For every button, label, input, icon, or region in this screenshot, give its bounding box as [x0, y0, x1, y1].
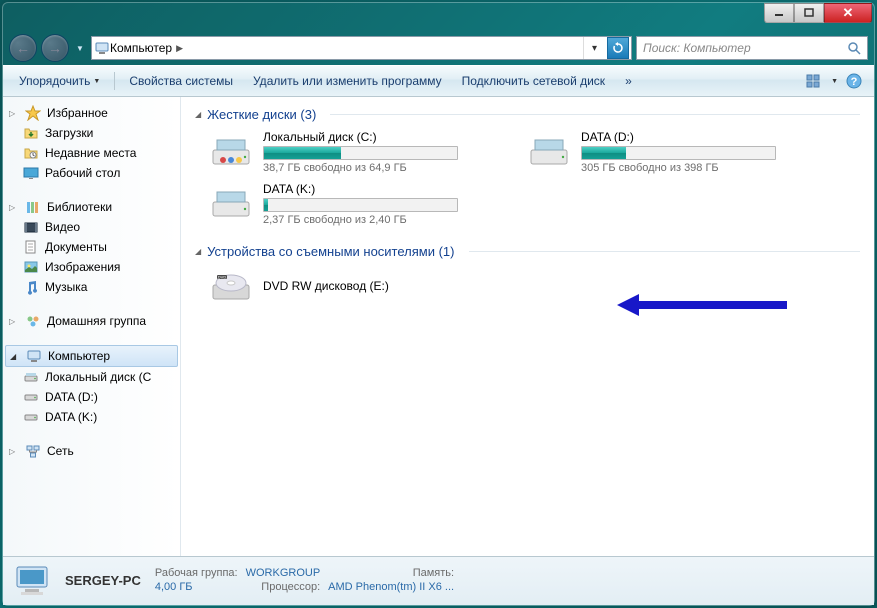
uninstall-button[interactable]: Удалить или изменить программу	[245, 70, 450, 92]
sidebar-item-documents[interactable]: Документы	[3, 237, 180, 257]
sidebar-item-music[interactable]: Музыка	[3, 277, 180, 297]
chevron-right-icon[interactable]: ▶	[172, 43, 187, 54]
homegroup-icon	[25, 313, 41, 329]
sidebar-item-pictures[interactable]: Изображения	[3, 257, 180, 277]
libraries-icon	[25, 199, 41, 215]
sidebar-item-desktop[interactable]: Рабочий стол	[3, 163, 180, 183]
computer-icon	[26, 348, 42, 364]
nav-forward-button[interactable]: →	[41, 34, 69, 62]
nav-bar: ← → ▼ Компьютер ▶ ▾ Поиск: Компьютер	[3, 31, 874, 65]
drive-icon	[23, 409, 39, 425]
usage-bar	[263, 198, 458, 212]
collapse-icon: ▷	[9, 109, 19, 118]
star-icon	[25, 105, 41, 121]
title-bar: ✕	[3, 3, 874, 31]
svg-text:DVD: DVD	[218, 275, 227, 280]
details-pane: SERGEY-PC Рабочая группа: WORKGROUP Памя…	[3, 557, 874, 605]
documents-icon	[23, 239, 39, 255]
collapse-icon: ▷	[9, 317, 19, 326]
hdd-icon	[527, 132, 571, 172]
nav-history-dropdown[interactable]: ▼	[73, 34, 87, 62]
maximize-button[interactable]	[794, 3, 824, 23]
help-button[interactable]: ?	[842, 69, 866, 93]
system-properties-button[interactable]: Свойства системы	[121, 70, 241, 92]
search-placeholder: Поиск: Компьютер	[643, 41, 751, 55]
computer-large-icon	[13, 561, 55, 601]
collapse-icon: ◢	[195, 247, 201, 256]
nav-back-button[interactable]: ←	[9, 34, 37, 62]
expand-icon: ◢	[10, 352, 20, 361]
drive-tile-dvd[interactable]: DVD DVD RW дисковод (E:)	[209, 267, 509, 307]
sidebar-item-recent[interactable]: Недавние места	[3, 143, 180, 163]
content-pane: ◢ Жесткие диски (3) Локальный диск (C:) …	[181, 97, 874, 556]
drive-icon	[23, 389, 39, 405]
music-icon	[23, 279, 39, 295]
sidebar-item-downloads[interactable]: Загрузки	[3, 123, 180, 143]
view-options-button[interactable]	[803, 69, 827, 93]
drive-tile-k[interactable]: DATA (K:) 2,37 ГБ свободно из 2,40 ГБ	[209, 182, 509, 226]
address-bar[interactable]: Компьютер ▶ ▾	[91, 36, 632, 60]
sidebar-libraries[interactable]: ▷ Библиотеки	[3, 197, 180, 217]
sidebar-item-drive-c[interactable]: Локальный диск (C	[3, 367, 180, 387]
navigation-pane: ▷ Избранное Загрузки Недавние места Рабо…	[3, 97, 181, 556]
collapse-icon: ▷	[9, 447, 19, 456]
desktop-icon	[23, 165, 39, 181]
dvd-icon: DVD	[209, 267, 253, 307]
sidebar-item-drive-d[interactable]: DATA (D:)	[3, 387, 180, 407]
computer-icon	[94, 40, 110, 56]
network-icon	[25, 443, 41, 459]
pictures-icon	[23, 259, 39, 275]
refresh-button[interactable]	[607, 37, 629, 59]
section-removable[interactable]: ◢ Устройства со съемными носителями (1)	[195, 244, 860, 259]
status-pc-name: SERGEY-PC	[65, 573, 141, 588]
command-bar: Упорядочить ▼ Свойства системы Удалить и…	[3, 65, 874, 97]
video-icon	[23, 219, 39, 235]
breadcrumb-root[interactable]: Компьютер	[110, 41, 172, 55]
map-drive-button[interactable]: Подключить сетевой диск	[454, 70, 613, 92]
toolbar-overflow[interactable]: »	[617, 70, 641, 92]
minimize-button[interactable]	[764, 3, 794, 23]
search-input[interactable]: Поиск: Компьютер	[636, 36, 868, 60]
collapse-icon: ◢	[195, 110, 201, 119]
view-dropdown[interactable]: ▼	[831, 78, 838, 85]
hdd-icon	[209, 132, 253, 172]
sidebar-item-videos[interactable]: Видео	[3, 217, 180, 237]
drive-icon	[23, 369, 39, 385]
search-icon	[847, 41, 861, 55]
usage-bar	[263, 146, 458, 160]
section-drives[interactable]: ◢ Жесткие диски (3)	[195, 107, 860, 122]
separator	[114, 72, 115, 90]
downloads-icon	[23, 125, 39, 141]
sidebar-computer[interactable]: ◢ Компьютер	[5, 345, 178, 367]
organize-menu[interactable]: Упорядочить ▼	[11, 70, 108, 92]
sidebar-favorites[interactable]: ▷ Избранное	[3, 103, 180, 123]
sidebar-network[interactable]: ▷ Сеть	[3, 441, 180, 461]
address-dropdown-button[interactable]: ▾	[583, 37, 605, 59]
sidebar-item-drive-k[interactable]: DATA (K:)	[3, 407, 180, 427]
recent-icon	[23, 145, 39, 161]
sidebar-homegroup[interactable]: ▷ Домашняя группа	[3, 311, 180, 331]
usage-bar	[581, 146, 776, 160]
hdd-icon	[209, 184, 253, 224]
collapse-icon: ▷	[9, 203, 19, 212]
drive-tile-d[interactable]: DATA (D:) 305 ГБ свободно из 398 ГБ	[527, 130, 827, 174]
close-button[interactable]: ✕	[824, 3, 872, 23]
drive-tile-c[interactable]: Локальный диск (C:) 38,7 ГБ свободно из …	[209, 130, 509, 174]
svg-text:?: ?	[851, 76, 858, 88]
